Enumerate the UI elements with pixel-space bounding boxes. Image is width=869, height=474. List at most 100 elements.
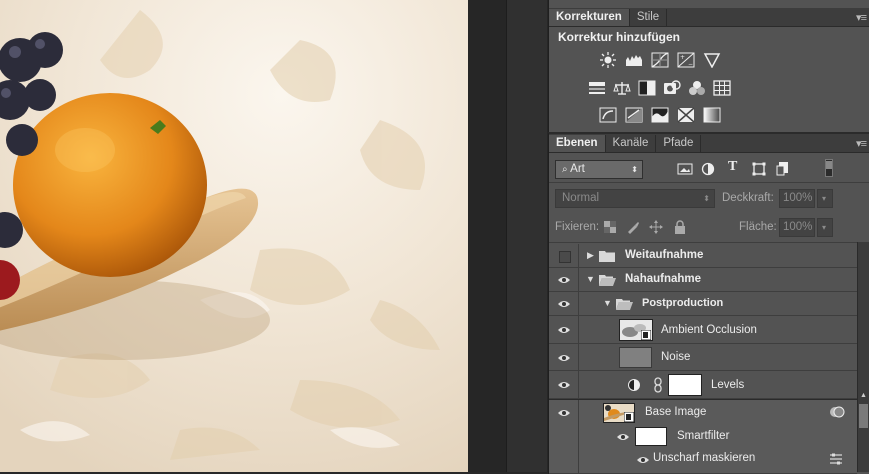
filter-blending-options-icon[interactable] [829,453,843,465]
link-icon[interactable] [654,377,662,393]
fill-dropdown-icon[interactable]: ▾ [817,218,833,237]
layer-row-levels[interactable]: Levels [549,371,857,399]
eye-icon[interactable] [637,456,649,464]
eye-icon [558,277,570,283]
layer-name: Base Image [645,406,707,418]
brightness-icon[interactable] [599,52,617,68]
layer-name: Postproduction [642,297,724,309]
filter-shape-icon[interactable] [752,162,766,176]
posterize-icon[interactable] [625,107,643,123]
eye-icon [558,382,570,388]
opacity-input[interactable]: 100% [779,189,815,208]
folder-open-icon [599,275,616,286]
tab-ebenen[interactable]: Ebenen [549,135,606,152]
lock-transparent-icon[interactable] [604,221,616,233]
tab-korrekturen[interactable]: Korrekturen [549,9,630,26]
layers-tabbar: Ebenen Kanäle Pfade ▾≡ [549,134,869,153]
fill-label: Fläche: [739,221,777,233]
layer-row-ambient-occlusion[interactable]: Ambient Occlusion [549,316,857,344]
invert-icon[interactable] [599,107,617,123]
photo-filter-icon[interactable] [663,80,681,96]
eye-icon [558,327,570,333]
expand-arrow-icon[interactable]: ▶ [587,250,594,261]
panel-menu-icon[interactable]: ▾≡ [856,11,867,24]
eye-icon[interactable] [617,433,629,441]
exposure-icon[interactable]: +− [677,52,695,68]
visibility-toggle[interactable] [549,268,579,291]
layer-filter-select[interactable]: ⌕ Art ⬍ [555,160,643,179]
scroll-up-icon[interactable]: ▲ [860,392,867,399]
adjustments-tabbar: Korrekturen Stile ▾≡ [549,8,869,27]
layer-row-nahaufnahme[interactable]: ▼ Nahaufnahme [549,268,857,292]
layer-row-postproduction[interactable]: ▼ Postproduction [549,292,857,316]
curves-icon[interactable] [651,52,669,68]
collapse-arrow-icon[interactable]: ▼ [603,298,612,308]
layer-name: Nahaufnahme [625,273,702,285]
tab-pfade[interactable]: Pfade [656,135,702,152]
svg-text:+: + [680,54,685,61]
visibility-toggle[interactable] [549,400,579,473]
layer-thumbnail [619,347,652,368]
levels-icon[interactable] [625,52,643,68]
layer-name: Weitaufnahme [625,249,704,261]
color-balance-icon[interactable] [613,80,631,96]
layer-row-weitaufnahme[interactable]: ▶ Weitaufnahme [549,244,857,268]
lock-all-icon[interactable] [674,220,686,234]
visibility-toggle[interactable] [549,344,579,370]
fill-input[interactable]: 100% [779,218,815,237]
smartfilter-mask-thumbnail[interactable] [635,427,667,446]
vibrance-icon[interactable] [703,52,721,68]
filter-toggle-switch[interactable] [825,159,833,177]
visibility-toggle[interactable] [549,316,579,343]
filter-smartobject-icon[interactable] [776,161,790,176]
lock-position-icon[interactable] [649,220,663,234]
opacity-label: Deckkraft: [722,192,774,204]
smart-filter-indicator-icon[interactable] [829,405,845,419]
lock-label: Fixieren: [555,221,600,233]
chevron-updown-icon: ⬍ [703,194,710,203]
tab-stile[interactable]: Stile [630,9,668,26]
visibility-toggle[interactable] [549,371,579,398]
filter-type-icon[interactable]: T [728,159,737,175]
folder-icon [599,251,615,262]
lock-image-icon[interactable] [626,220,640,234]
channel-mixer-icon[interactable] [688,80,706,96]
opacity-dropdown-icon[interactable]: ▾ [817,189,833,208]
smart-object-badge-icon [624,412,634,422]
visibility-toggle[interactable] [549,292,579,315]
smartfilter-row[interactable]: Smartfilter [579,425,857,449]
smart-object-badge-icon [641,330,651,340]
adjustment-layer-icon [628,379,640,391]
collapse-arrow-icon[interactable]: ▼ [586,274,595,284]
layer-row-noise[interactable]: Noise [549,344,857,371]
panel-menu-icon[interactable]: ▾≡ [856,137,867,150]
scrollbar-thumb[interactable] [859,404,868,428]
layer-mask-thumbnail[interactable] [668,374,702,396]
layer-row-base-image[interactable]: Base Image Smartfilter Unscharf maskiere… [549,399,857,474]
layers-scrollbar[interactable]: ▲ [857,242,869,472]
document-canvas[interactable] [0,0,468,472]
visibility-toggle[interactable] [549,244,579,267]
search-icon: ⌕ [562,164,568,175]
blend-mode-select[interactable]: Normal ⬍ [555,189,715,208]
hue-saturation-icon[interactable] [588,80,606,96]
filter-adjustment-icon[interactable] [701,162,715,176]
chevron-updown-icon: ⬍ [631,165,638,174]
adjustments-panel: Korrekturen Stile ▾≡ Korrektur hinzufüge… [548,0,869,132]
color-lookup-icon[interactable] [713,80,731,96]
adjustments-row-3 [599,107,721,123]
layers-panel: Ebenen Kanäle Pfade ▾≡ ⌕ Art ⬍ T Normal … [548,132,869,474]
gradient-map-icon[interactable] [703,107,721,123]
threshold-icon[interactable] [651,107,669,123]
tab-kanaele[interactable]: Kanäle [606,135,657,152]
layer-name: Noise [661,351,691,363]
eye-icon [558,301,570,307]
filter-pixel-icon[interactable] [677,162,693,176]
selective-color-icon[interactable] [677,107,695,123]
svg-text:−: − [688,61,693,68]
eye-icon [558,355,570,361]
folder-open-icon [616,299,633,310]
black-white-icon[interactable] [638,80,656,96]
filter-row-unscharf-maskieren[interactable]: Unscharf maskieren [579,449,857,471]
panel-dock-gutter [468,0,548,472]
